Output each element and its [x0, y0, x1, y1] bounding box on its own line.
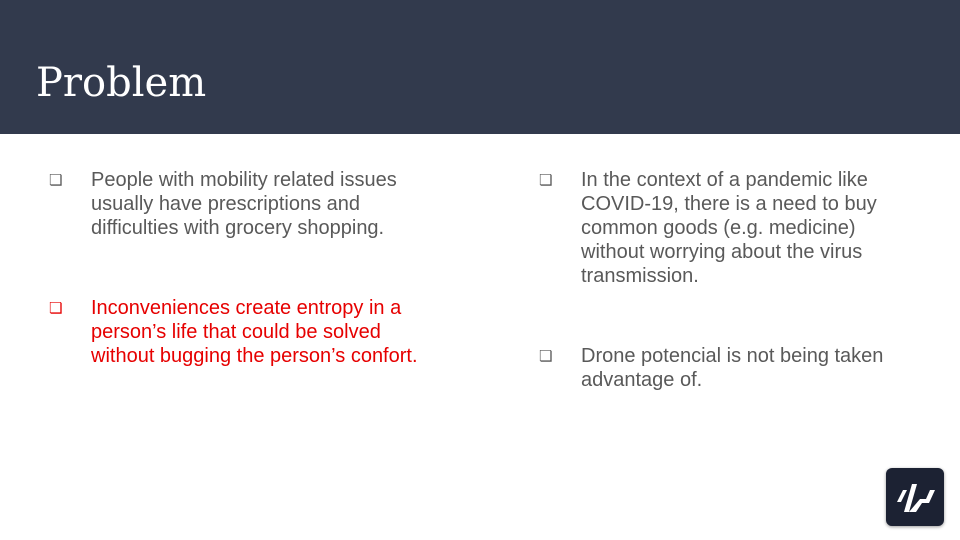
slide: Problem ❏ People with mobility related i…	[0, 0, 960, 540]
bullet-item-pandemic: ❏ In the context of a pandemic like COVI…	[539, 168, 939, 288]
checkbox-bullet-icon: ❏	[49, 299, 63, 317]
slide-title: Problem	[36, 60, 207, 106]
bullet-text: In the context of a pandemic like COVID-…	[581, 169, 877, 287]
title-bar: Problem	[0, 0, 960, 134]
drone-brand-logo-icon	[886, 468, 944, 526]
bullet-item-drone-potential: ❏ Drone potencial is not being taken adv…	[539, 344, 939, 392]
checkbox-bullet-icon: ❏	[49, 171, 63, 189]
bullet-text: Drone potencial is not being taken advan…	[581, 345, 884, 391]
bullet-item-inconveniences: ❏ Inconveniences create entropy in a per…	[49, 296, 449, 368]
bullet-text: People with mobility related issues usua…	[91, 169, 397, 239]
bullet-item-mobility: ❏ People with mobility related issues us…	[49, 168, 449, 240]
checkbox-bullet-icon: ❏	[539, 171, 553, 189]
checkbox-bullet-icon: ❏	[539, 347, 553, 365]
bullet-text: Inconveniences create entropy in a perso…	[91, 297, 418, 367]
